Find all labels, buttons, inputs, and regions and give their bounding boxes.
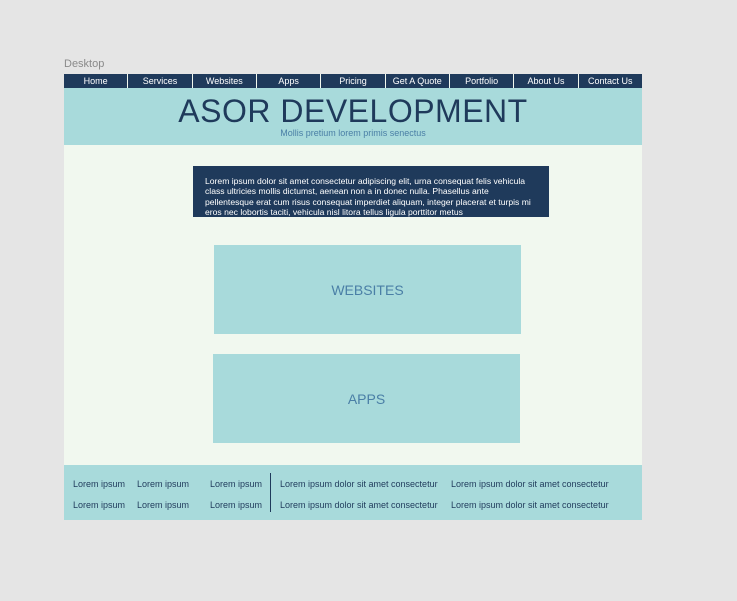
site-title: ASOR DEVELOPMENT	[178, 93, 528, 129]
site-tagline: Mollis pretium lorem primis senectus	[280, 128, 426, 138]
nav-item-about-us[interactable]: About Us	[514, 74, 579, 88]
websites-card[interactable]: WEBSITES	[214, 245, 521, 334]
nav-item-services[interactable]: Services	[128, 74, 193, 88]
nav-item-get-a-quote[interactable]: Get A Quote	[385, 74, 450, 88]
websites-card-label: WEBSITES	[331, 281, 404, 298]
footer-long-link[interactable]: Lorem ipsum dolor sit amet consectetur	[280, 500, 438, 510]
nav-item-portfolio[interactable]: Portfolio	[449, 74, 515, 88]
footer-long-link[interactable]: Lorem ipsum dolor sit amet consectetur	[451, 500, 609, 510]
footer-link[interactable]: Lorem ipsum	[137, 500, 189, 510]
footer-divider	[270, 473, 271, 512]
footer-link[interactable]: Lorem ipsum	[210, 500, 262, 510]
frame-label: Desktop	[64, 58, 105, 70]
footer-link[interactable]: Lorem ipsum	[73, 479, 125, 489]
nav-item-apps[interactable]: Apps	[256, 74, 322, 88]
nav-item-pricing[interactable]: Pricing	[321, 74, 386, 88]
footer-link[interactable]: Lorem ipsum	[73, 500, 125, 510]
top-nav: Home Services Websites Apps Pricing Get …	[64, 74, 642, 88]
desktop-frame: Home Services Websites Apps Pricing Get …	[64, 74, 642, 520]
footer-link[interactable]: Lorem ipsum	[210, 479, 262, 489]
footer-long-link[interactable]: Lorem ipsum dolor sit amet consectetur	[451, 479, 609, 489]
apps-card[interactable]: APPS	[213, 354, 520, 443]
nav-item-contact-us[interactable]: Contact Us	[578, 74, 642, 88]
hero-banner: ASOR DEVELOPMENT Mollis pretium lorem pr…	[64, 88, 642, 145]
apps-card-label: APPS	[347, 390, 386, 407]
footer-long-link[interactable]: Lorem ipsum dolor sit amet consectetur	[280, 479, 438, 489]
intro-text-block: Lorem ipsum dolor sit amet consectetur a…	[193, 166, 549, 217]
footer-link[interactable]: Lorem ipsum	[137, 479, 189, 489]
nav-item-websites[interactable]: Websites	[192, 74, 257, 88]
nav-item-home[interactable]: Home	[64, 74, 129, 88]
footer: Lorem ipsum Lorem ipsum Lorem ipsum Lore…	[64, 465, 642, 520]
